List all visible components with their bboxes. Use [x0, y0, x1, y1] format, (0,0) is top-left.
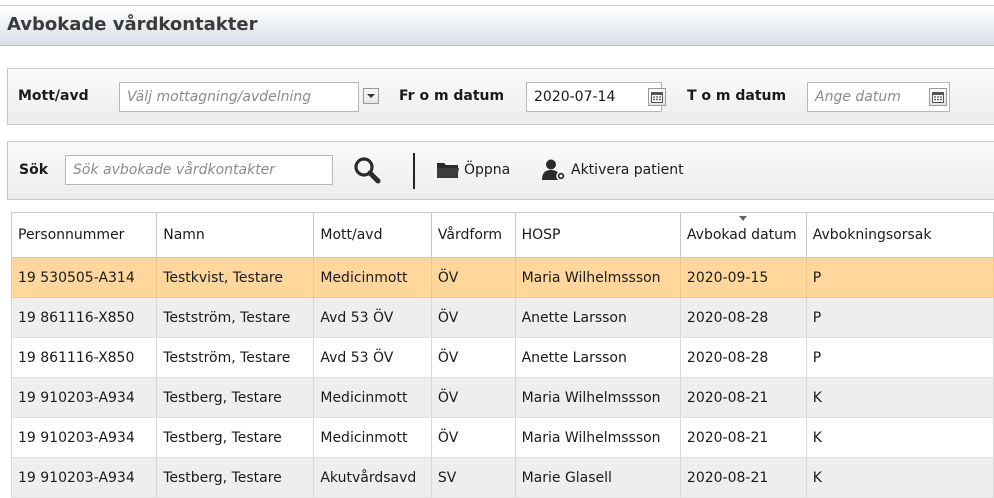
- cell-avbokningsorsak: K: [806, 457, 994, 498]
- table-header-row: Personnummer Namn Mott/avd Vårdform HOSP…: [10, 212, 994, 258]
- cell-avbokningsorsak: K: [806, 417, 994, 458]
- sort-desc-icon: [739, 216, 748, 221]
- cell-namn: Testberg, Testare: [156, 417, 315, 458]
- cell-hosp: Anette Larsson: [515, 297, 681, 338]
- action-toolbar: Sök Sök avbokade vårdkontakter Öppna Akt…: [7, 141, 994, 200]
- to-date-label: T o m datum: [687, 88, 787, 104]
- cell-personnummer: 19 910203-A934: [10, 377, 158, 418]
- cell-hosp: Maria Wilhelmssson: [515, 377, 681, 418]
- cell-hosp: Maria Wilhelmssson: [515, 417, 681, 458]
- cell-vardform: ÖV: [431, 297, 516, 338]
- cell-namn: Testberg, Testare: [156, 377, 315, 418]
- cell-avbokad-datum: 2020-08-28: [680, 297, 807, 338]
- cell-avbokad-datum: 2020-08-21: [680, 457, 807, 498]
- user-gear-icon: [542, 159, 566, 181]
- cell-mott-avd: Medicinmott: [313, 257, 432, 298]
- cell-hosp: Marie Glasell: [515, 457, 681, 498]
- cell-namn: Testkvist, Testare: [156, 257, 315, 298]
- cell-avbokningsorsak: P: [806, 297, 994, 338]
- cell-hosp: Maria Wilhelmssson: [515, 257, 681, 298]
- table-row[interactable]: 19 910203-A934 Testberg, Testare Medicin…: [10, 417, 994, 458]
- column-header-avbokad-datum[interactable]: Avbokad datum: [680, 212, 807, 258]
- from-date-input[interactable]: 2020-07-14: [526, 82, 662, 112]
- cell-namn: Testström, Testare: [156, 337, 315, 378]
- cell-hosp: Anette Larsson: [515, 337, 681, 378]
- cell-personnummer: 19 530505-A314: [10, 257, 158, 298]
- panel-header: Avbokade vårdkontakter: [0, 5, 994, 46]
- cell-vardform: ÖV: [431, 377, 516, 418]
- cell-avbokad-datum: 2020-09-15: [680, 257, 807, 298]
- activate-label: Aktivera patient: [571, 162, 684, 178]
- column-header-personnummer[interactable]: Personnummer: [10, 212, 158, 258]
- unit-select-placeholder: Välj mottagning/avdelning: [127, 89, 312, 105]
- search-icon[interactable]: [352, 155, 382, 185]
- column-header-namn[interactable]: Namn: [156, 212, 315, 258]
- cell-mott-avd: Avd 53 ÖV: [313, 337, 432, 378]
- column-header-hosp[interactable]: HOSP: [515, 212, 681, 258]
- from-date-value: 2020-07-14: [534, 89, 616, 105]
- cell-avbokningsorsak: K: [806, 377, 994, 418]
- cell-mott-avd: Avd 53 ÖV: [313, 297, 432, 338]
- cell-avbokningsorsak: P: [806, 337, 994, 378]
- cell-avbokningsorsak: P: [806, 257, 994, 298]
- unit-select[interactable]: Välj mottagning/avdelning: [119, 82, 359, 112]
- column-header-vardform[interactable]: Vårdform: [431, 212, 516, 258]
- cell-vardform: ÖV: [431, 337, 516, 378]
- cell-avbokad-datum: 2020-08-21: [680, 417, 807, 458]
- cell-personnummer: 19 910203-A934: [10, 417, 158, 458]
- column-header-avbokad-datum-label: Avbokad datum: [686, 227, 797, 243]
- cell-vardform: SV: [431, 457, 516, 498]
- toolbar-divider: [413, 153, 415, 189]
- column-header-avbokningsorsak[interactable]: Avbokningsorsak: [806, 212, 994, 258]
- folder-icon: [437, 163, 459, 178]
- from-date-label: Fr o m datum: [399, 88, 505, 104]
- open-label: Öppna: [464, 162, 511, 178]
- filter-bar: Mott/avd Välj mottagning/avdelning Fr o …: [7, 68, 994, 125]
- cell-avbokad-datum: 2020-08-28: [680, 337, 807, 378]
- unit-label: Mott/avd: [18, 88, 89, 104]
- cell-personnummer: 19 910203-A934: [10, 457, 158, 498]
- table-row[interactable]: 19 910203-A934 Testberg, Testare Akutvår…: [10, 457, 994, 498]
- search-placeholder: Sök avbokade vårdkontakter: [73, 162, 276, 178]
- activate-patient-button[interactable]: Aktivera patient: [541, 156, 711, 184]
- cell-mott-avd: Medicinmott: [313, 377, 432, 418]
- to-date-placeholder: Ange datum: [815, 89, 901, 105]
- table-row[interactable]: 19 910203-A934 Testberg, Testare Medicin…: [10, 377, 994, 418]
- calendar-icon[interactable]: [648, 88, 666, 106]
- search-label: Sök: [19, 162, 49, 178]
- page-title: Avbokade vårdkontakter: [7, 14, 258, 35]
- cell-vardform: ÖV: [431, 417, 516, 458]
- cell-vardform: ÖV: [431, 257, 516, 298]
- cell-namn: Testström, Testare: [156, 297, 315, 338]
- cell-avbokad-datum: 2020-08-21: [680, 377, 807, 418]
- cancellations-table: Personnummer Namn Mott/avd Vårdform HOSP…: [10, 212, 994, 498]
- chevron-down-icon[interactable]: [363, 88, 379, 104]
- cell-mott-avd: Akutvårdsavd: [313, 457, 432, 498]
- table-row[interactable]: 19 861116-X850 Testström, Testare Avd 53…: [10, 297, 994, 338]
- cell-personnummer: 19 861116-X850: [10, 337, 158, 378]
- cell-namn: Testberg, Testare: [156, 457, 315, 498]
- calendar-icon[interactable]: [929, 88, 947, 106]
- search-input[interactable]: Sök avbokade vårdkontakter: [65, 155, 333, 185]
- cell-mott-avd: Medicinmott: [313, 417, 432, 458]
- table-row[interactable]: 19 861116-X850 Testström, Testare Avd 53…: [10, 337, 994, 378]
- cell-personnummer: 19 861116-X850: [10, 297, 158, 338]
- column-header-mott-avd[interactable]: Mott/avd: [313, 212, 432, 258]
- table-row[interactable]: 19 530505-A314 Testkvist, Testare Medici…: [10, 257, 994, 298]
